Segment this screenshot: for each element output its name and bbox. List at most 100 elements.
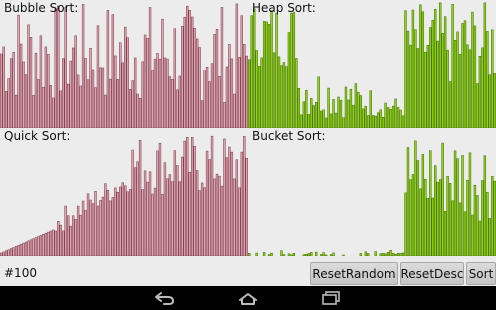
bubble-sort-bar: [136, 93, 139, 128]
quick-sort-bar: [47, 231, 50, 256]
bucket-sort-panel: Bucket Sort:: [248, 128, 496, 256]
quick-sort-bar: [143, 170, 147, 256]
quick-sort-bar: [203, 187, 206, 256]
reset-random-button[interactable]: ResetRandom: [310, 262, 398, 285]
bucket-sort-bar: [386, 252, 390, 256]
quick-sort-bar: [121, 182, 124, 256]
heap-sort-bar: [312, 105, 315, 128]
bubble-sort-bar: [49, 85, 53, 128]
quick-sort-bar: [148, 171, 152, 256]
bubble-sort-bar: [215, 29, 219, 128]
bucket-sort-bar: [248, 253, 251, 256]
quick-sort-bar: [243, 136, 246, 256]
quick-sort-bar: [39, 235, 43, 256]
heap-sort-bar: [374, 115, 377, 128]
quick-sort-bar: [131, 149, 134, 256]
bubble-sort-bar: [153, 58, 157, 128]
bucket-sort-bar: [282, 254, 286, 256]
recent-apps-icon[interactable]: [318, 290, 344, 306]
quick-sort-bar: [163, 162, 167, 256]
bubble-sort-bar: [183, 16, 186, 128]
bucket-sort-bar: [471, 214, 474, 256]
bucket-sort-bar: [401, 252, 405, 256]
heap-sort-bar: [379, 109, 382, 128]
quick-sort-bar: [69, 225, 72, 256]
heap-sort-bar: [300, 114, 303, 128]
home-icon[interactable]: [235, 290, 261, 306]
bubble-sort-bar: [176, 89, 179, 128]
bubble-sort-bar: [52, 97, 55, 128]
heap-sort-bar: [478, 56, 482, 128]
heap-sort-bar: [327, 87, 330, 128]
quick-sort-bar: [225, 157, 229, 256]
heap-sort-bar: [419, 4, 422, 128]
bubble-sort-bar: [44, 46, 48, 128]
heap-sort-bar: [441, 33, 444, 128]
quick-sort-bar: [57, 221, 60, 256]
quick-sort-bar: [200, 182, 204, 256]
back-arrow-icon[interactable]: [152, 290, 178, 306]
bubble-sort-bar: [240, 15, 243, 128]
heap-sort-bar: [248, 59, 251, 128]
quick-sort-bar: [213, 178, 216, 256]
reset-desc-button[interactable]: ResetDesc: [400, 262, 464, 285]
sort-button[interactable]: Sort: [466, 262, 496, 285]
bucket-sort-bar: [441, 142, 444, 256]
bubble-sort-bar: [62, 58, 65, 128]
quick-sort-bar: [14, 246, 18, 256]
heap-sort-bar: [250, 15, 253, 128]
quick-sort-bar: [141, 189, 144, 256]
heap-sort-bar: [342, 117, 345, 128]
quick-sort-bar: [146, 181, 149, 256]
quick-sort-bar: [116, 191, 119, 256]
bubble-sort-bar: [218, 76, 221, 128]
bubble-sort-bar: [94, 87, 97, 128]
quick-sort-bar: [19, 243, 23, 256]
heap-sort-bar: [476, 83, 479, 128]
bubble-sort-bar: [205, 67, 209, 128]
bubble-sort-bar: [59, 90, 62, 128]
bubble-sort-bar: [86, 79, 90, 128]
bubble-sort-bar: [148, 7, 152, 128]
quick-sort-bar: [183, 140, 186, 256]
heap-sort-bar: [305, 89, 308, 128]
bubble-sort-bar: [12, 52, 15, 128]
heap-sort-bar: [399, 109, 402, 128]
heap-sort-bar: [307, 114, 310, 128]
bubble-sort-bar: [131, 80, 134, 128]
bubble-sort-bar: [129, 89, 132, 128]
bucket-sort-bar: [302, 254, 305, 256]
bubble-sort-bar: [69, 60, 72, 128]
quick-sort-bar: [153, 187, 157, 256]
quick-sort-bar: [136, 161, 139, 256]
quick-sort-bar: [94, 190, 97, 256]
quick-sort-bar: [151, 193, 154, 256]
bubble-sort-bar: [114, 55, 117, 128]
bubble-sort-bar: [29, 37, 33, 128]
quick-sort-bar: [168, 174, 172, 256]
bucket-sort-bar: [367, 253, 370, 256]
quick-sort-bar: [96, 205, 100, 256]
quick-sort-bar: [171, 181, 174, 256]
heap-sort-bar: [295, 58, 298, 128]
heap-sort-bar: [372, 115, 375, 128]
heap-sort-bar: [421, 11, 425, 128]
quick-sort-bar: [161, 193, 164, 256]
quick-sort-bar: [208, 159, 211, 256]
bucket-sort-bar: [399, 253, 402, 256]
bucket-sort-bar: [267, 254, 271, 256]
quick-sort-bar: [193, 145, 196, 256]
heap-sort-bar: [297, 88, 301, 128]
bubble-sort-bar: [191, 16, 194, 128]
quick-sort-bar: [191, 137, 194, 256]
bubble-sort-bar: [208, 81, 211, 128]
heap-sort-bar: [386, 107, 390, 128]
bucket-sort-bar: [270, 252, 273, 256]
bucket-sort-bar: [443, 211, 447, 256]
bubble-sort-bar: [143, 34, 147, 128]
bucket-sort-bar: [468, 152, 472, 256]
bubble-sort-bar: [74, 35, 77, 128]
heap-sort-bar: [272, 52, 276, 128]
heap-sort-bar: [436, 40, 439, 128]
bucket-sort-bar: [262, 252, 266, 256]
